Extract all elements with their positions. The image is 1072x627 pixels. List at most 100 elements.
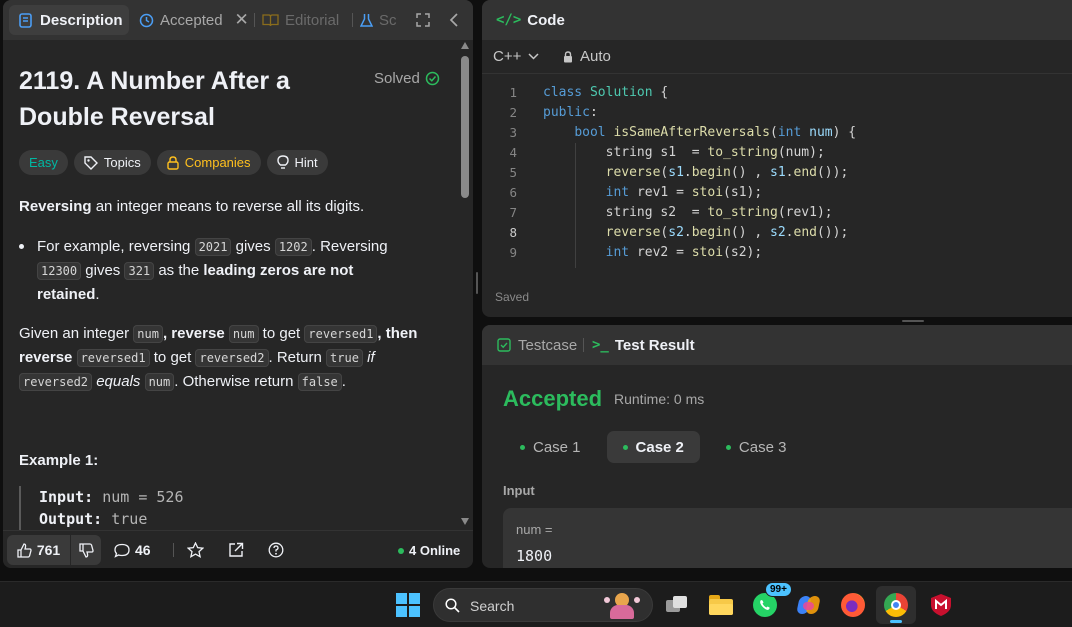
close-icon[interactable]: ✕: [235, 10, 249, 30]
topics-button[interactable]: Topics: [73, 150, 151, 175]
scroll-up-arrow-icon[interactable]: [461, 42, 469, 49]
tab-solutions[interactable]: Sc: [360, 5, 398, 35]
code-token: s1: [770, 165, 786, 180]
case-tab-active[interactable]: Case 2: [606, 431, 700, 463]
code-token: ());: [816, 165, 849, 180]
pass-dot: [520, 444, 525, 450]
tab-code-label: Code: [527, 11, 565, 29]
line-number: 7: [509, 205, 517, 220]
online-count: 4 Online: [409, 543, 461, 558]
companies-button[interactable]: Companies: [156, 150, 261, 175]
scrollbar[interactable]: [460, 42, 470, 528]
text: For example, reversing: [37, 238, 195, 255]
inline-code: num: [228, 325, 259, 343]
code-line[interactable]: 3 bool isSameAfterReversals(int num) {: [482, 123, 1072, 143]
code-line[interactable]: 5 reverse(s1.begin() , s1.end());: [482, 163, 1072, 183]
text: an integer means to reverse all its digi…: [91, 198, 365, 215]
inline-code: 1202: [274, 238, 312, 256]
code-line[interactable]: 2 public:: [482, 103, 1072, 123]
star-icon[interactable]: [187, 542, 204, 558]
code-panel: </> Code C++ Auto 1 class Solution {2 publ…: [482, 0, 1072, 317]
example-title: Example 1:: [19, 452, 99, 469]
start-button[interactable]: [396, 593, 420, 617]
comment-count: 46: [135, 542, 151, 558]
scrollbar-thumb[interactable]: [461, 56, 469, 198]
code-line[interactable]: 6 int rev1 = stoi(s1);: [482, 183, 1072, 203]
code-token: s1: [668, 165, 684, 180]
tab-description[interactable]: Description: [9, 5, 129, 35]
copilot-icon[interactable]: [792, 588, 826, 622]
hint-button[interactable]: Hint: [266, 150, 328, 175]
code-token: end: [793, 225, 817, 240]
editor-toolbar: C++ Auto: [482, 40, 1072, 74]
tab-accepted[interactable]: Accepted ✕: [139, 5, 249, 35]
whatsapp-icon[interactable]: 99+: [748, 582, 792, 622]
document-icon: [19, 12, 32, 28]
language-select[interactable]: C++: [493, 48, 539, 65]
code-line[interactable]: 1 class Solution {: [482, 83, 1072, 103]
variable-value: 1800: [516, 547, 553, 565]
code-line[interactable]: 9 int rev2 = stoi(s2);: [482, 243, 1072, 263]
code-token: string s2 =: [543, 205, 708, 220]
file-explorer-icon[interactable]: [704, 588, 738, 622]
code-token: () ,: [730, 165, 771, 180]
maximize-icon[interactable]: [416, 13, 430, 27]
windows-logo-icon: [409, 606, 420, 617]
italic-text: equals: [92, 373, 145, 390]
code-text: reverse(s2.begin() , s2.end());: [543, 223, 849, 243]
code-token: to_string: [707, 145, 778, 160]
chrome-icon[interactable]: [876, 586, 916, 624]
code-token: string s1 =: [543, 145, 708, 160]
tab-editorial[interactable]: Editorial: [262, 5, 339, 35]
mcafee-icon[interactable]: [924, 588, 958, 622]
code-editor[interactable]: 1 class Solution {2 public: 3 bool isSameAf…: [482, 83, 1072, 268]
like-count: 761: [36, 542, 61, 558]
code-token: ());: [816, 225, 849, 240]
panel-resize-handle[interactable]: [902, 320, 924, 322]
panel-resize-handle[interactable]: [476, 272, 478, 294]
companies-label: Companies: [184, 155, 251, 170]
code-token: reverse: [605, 225, 661, 240]
like-button[interactable]: 761: [7, 535, 70, 565]
code-token: {: [652, 85, 669, 100]
language-label: C++: [493, 48, 522, 65]
input-label: Input:: [39, 488, 94, 506]
share-icon[interactable]: [228, 542, 244, 558]
runtime-label: Runtime: 0 ms: [614, 391, 705, 407]
task-view-icon[interactable]: [660, 588, 694, 622]
line-number: 6: [509, 185, 517, 200]
code-token: begin: [691, 225, 731, 240]
scroll-down-arrow-icon[interactable]: [461, 518, 469, 525]
firefox-icon[interactable]: [836, 588, 870, 622]
line-number: 2: [509, 105, 517, 120]
help-icon[interactable]: [268, 542, 284, 558]
tab-code[interactable]: </> Code: [496, 5, 565, 35]
code-token: .: [683, 225, 692, 240]
tab-divider: [352, 13, 353, 27]
chevron-left-icon[interactable]: [449, 13, 459, 27]
code-line[interactable]: 4 string s1 = to_string(num);: [482, 143, 1072, 163]
bold-text: retained: [37, 286, 96, 303]
dislike-button[interactable]: [71, 535, 101, 565]
comments-button[interactable]: 46: [114, 535, 151, 565]
code-tab-bar: </> Code: [482, 0, 1072, 40]
code-line[interactable]: 7 string s2 = to_string(rev1);: [482, 203, 1072, 223]
auto-mode[interactable]: Auto: [563, 48, 611, 65]
taskbar-search[interactable]: Search: [433, 588, 653, 622]
tags-row: Easy Topics Companies Hint: [19, 150, 328, 175]
code-token: int: [777, 125, 810, 140]
code-line[interactable]: 8 reverse(s2.begin() , s2.end());: [482, 223, 1072, 243]
tab-test-result[interactable]: >_ Test Result: [592, 330, 695, 360]
inline-code: 2021: [194, 238, 232, 256]
tag-icon: [84, 155, 98, 170]
bold-text: reverse: [19, 349, 77, 366]
code-token: Solution: [589, 85, 653, 100]
tab-testcase[interactable]: Testcase: [497, 330, 577, 360]
case-tab[interactable]: Case 1: [504, 431, 597, 463]
code-token: stoi: [691, 245, 724, 260]
bullet-dot: [19, 244, 24, 249]
active-indicator: [890, 620, 902, 623]
code-text: class Solution {: [543, 83, 668, 103]
flask-icon: [360, 13, 373, 27]
case-tab[interactable]: Case 3: [710, 431, 803, 463]
